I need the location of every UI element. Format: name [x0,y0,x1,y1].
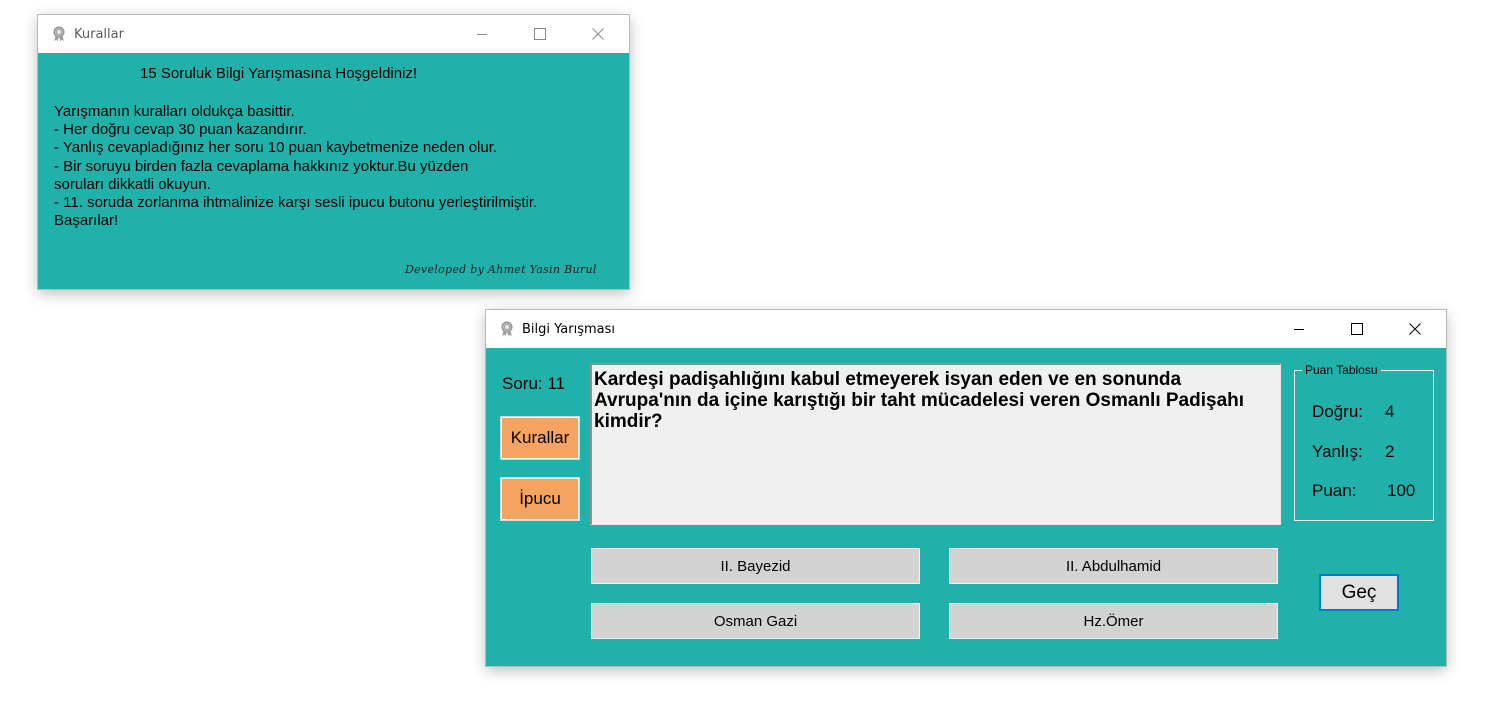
minimize-icon [1294,329,1304,330]
quiz-maximize-button[interactable] [1334,310,1380,348]
question-number: Soru: 11 [502,374,566,393]
rules-line: - Her doğru cevap 30 puan kazandırır. [54,121,307,139]
maximize-icon [1351,323,1363,335]
rules-line: soruları dikkatli okuyun. [54,175,211,193]
quiz-window-title: Bilgi Yarışması [522,321,615,337]
rules-line: - Bir soruyu birden fazla cevaplama hakk… [54,157,469,175]
wrong-label: Yanlış: [1312,442,1363,461]
quiz-window: Bilgi Yarışması Soru: 11 Kurallar İpucu … [486,310,1446,666]
question-text[interactable]: Kardeşi padişahlığını kabul etmeyerek is… [590,363,1281,525]
points-label: Puan: [1312,481,1357,500]
correct-label: Doğru: [1312,402,1364,421]
quiz-content: Soru: 11 Kurallar İpucu Kardeşi padişahl… [486,349,1446,666]
score-table: Puan Tablosu Doğru: 4 Yanlış: 2 Puan: 10… [1294,363,1434,521]
points-value: 100 [1387,481,1416,500]
answer-button-b[interactable]: II. Abdulhamid [949,548,1278,584]
quiz-close-button[interactable] [1392,310,1438,348]
quiz-title-bar[interactable]: Bilgi Yarışması [486,310,1446,348]
rules-maximize-button[interactable] [517,15,563,53]
close-icon [592,28,604,40]
wrong-value: 2 [1385,442,1395,461]
maximize-icon [534,28,546,40]
rules-window: Kurallar 15 Soruluk Bilgi Yarışmasına Ho… [38,15,629,289]
rules-content: 15 Soruluk Bilgi Yarışmasına Hoşgeldiniz… [38,54,629,289]
answer-button-a[interactable]: II. Bayezid [591,548,920,584]
hint-button[interactable]: İpucu [500,477,580,521]
rules-minimize-button[interactable] [459,15,505,53]
rules-close-button[interactable] [575,15,621,53]
rules-window-title: Kurallar [74,26,124,42]
award-medal-icon [499,321,515,337]
award-medal-icon [51,26,67,42]
rules-line: Yarışmanın kuralları oldukça basittir. [54,103,295,120]
answer-button-d[interactable]: Hz.Ömer [949,603,1278,639]
rules-line: Başarılar! [54,212,119,230]
rules-line: - Yanlış cevapladığınız her soru 10 puan… [54,139,498,157]
score-table-title: Puan Tablosu [1302,363,1381,377]
answer-button-c[interactable]: Osman Gazi [591,603,920,639]
rules-text: Yarışmanın kuralları oldukça basittir. -… [54,103,537,230]
next-button[interactable]: Geç [1319,574,1399,611]
rules-button[interactable]: Kurallar [500,416,580,460]
minimize-icon [477,34,487,35]
correct-value: 4 [1385,402,1395,421]
rules-line: - 11. soruda zorlanma ihtmalinize karşı … [54,194,538,212]
close-icon [1409,323,1421,335]
rules-title-bar[interactable]: Kurallar [38,15,629,53]
quiz-minimize-button[interactable] [1276,310,1322,348]
developer-credit: Developed by Ahmet Yasin Burul [405,263,597,276]
rules-heading: 15 Soruluk Bilgi Yarışmasına Hoşgeldiniz… [140,65,418,82]
